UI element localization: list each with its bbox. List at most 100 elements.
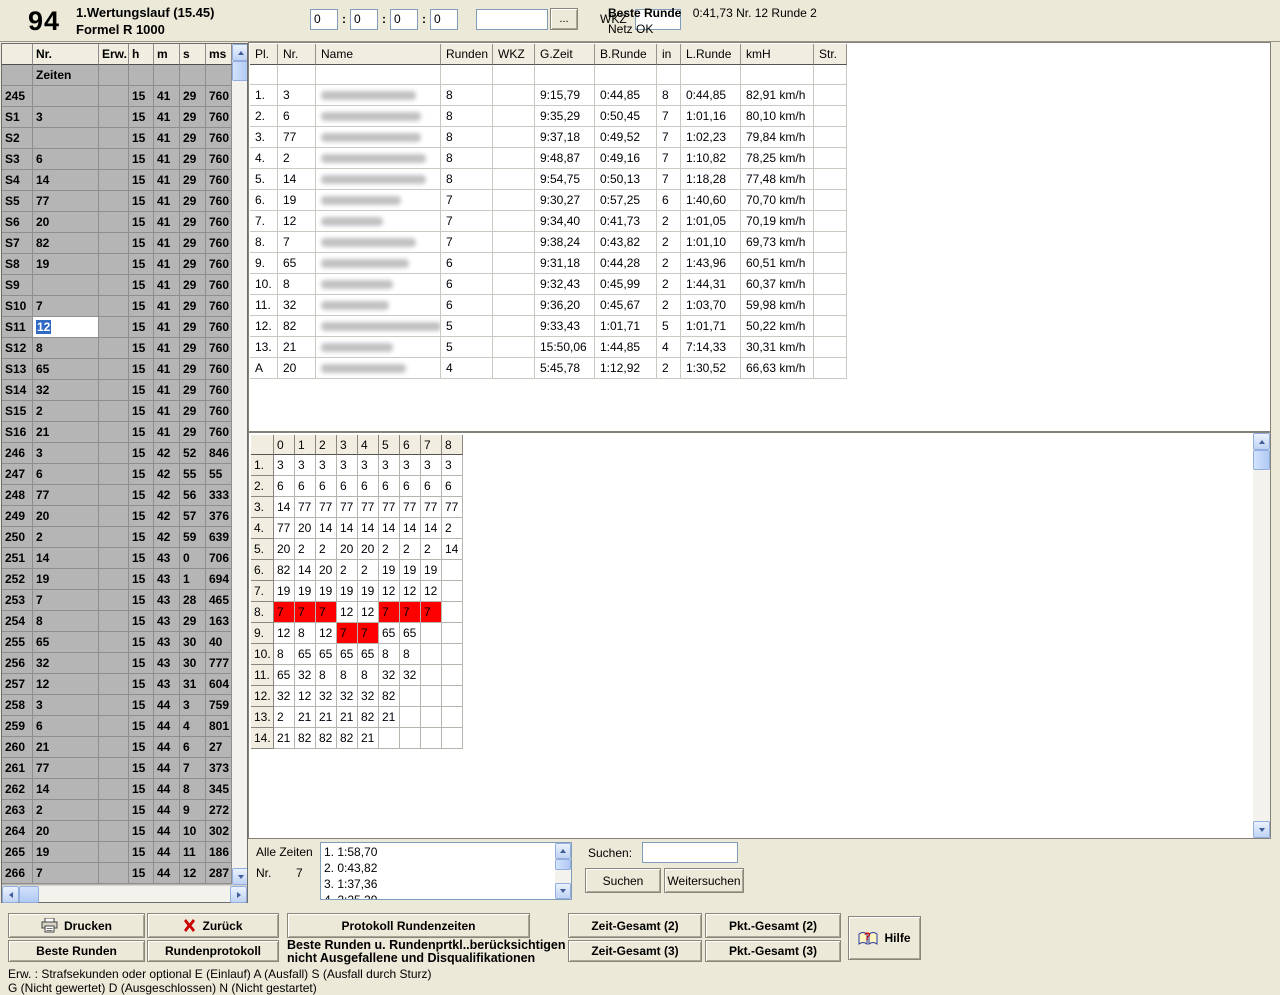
cell[interactable] (99, 527, 129, 548)
cell[interactable]: 760 (206, 359, 232, 380)
time-hours-field[interactable] (310, 9, 338, 30)
cell[interactable]: 31 (180, 674, 206, 695)
cell[interactable]: 44 (154, 695, 180, 716)
row-label[interactable]: S9 (2, 275, 33, 296)
cell[interactable]: 42 (154, 506, 180, 527)
scroll-right-button[interactable] (230, 886, 247, 903)
cell[interactable]: 41 (154, 275, 180, 296)
cell[interactable]: 29 (180, 611, 206, 632)
row-label[interactable]: S4 (2, 170, 33, 191)
pkt-gesamt-2-button[interactable]: Pkt.-Gesamt (2) (705, 913, 841, 938)
cell[interactable]: 15 (129, 170, 154, 191)
cell[interactable]: 43 (154, 674, 180, 695)
row-label[interactable]: S13 (2, 359, 33, 380)
cell[interactable]: 29 (180, 212, 206, 233)
list-item[interactable]: 3. 1:37,36 (324, 876, 555, 892)
cell[interactable]: 30 (180, 632, 206, 653)
cell[interactable]: 10 (180, 821, 206, 842)
scrollbar-track[interactable] (39, 886, 230, 902)
cell[interactable]: 760 (206, 170, 232, 191)
cell[interactable]: 801 (206, 716, 232, 737)
cell[interactable]: 20 (33, 506, 99, 527)
cell[interactable]: 32 (33, 653, 99, 674)
cell[interactable]: 44 (154, 758, 180, 779)
cell[interactable]: 30 (180, 653, 206, 674)
cell[interactable]: 21 (33, 422, 99, 443)
cell[interactable] (99, 863, 129, 884)
cell[interactable]: 345 (206, 779, 232, 800)
scroll-up-button[interactable] (555, 843, 571, 859)
table-row[interactable]: 12.8259:33,431:01,7151:01,7150,22 km/h (250, 316, 847, 337)
row-label[interactable]: 246 (2, 443, 33, 464)
listbox-scrollbar[interactable] (555, 843, 571, 899)
cell[interactable]: 333 (206, 485, 232, 506)
row-label[interactable]: 264 (2, 821, 33, 842)
cell[interactable]: 77 (33, 485, 99, 506)
cell[interactable] (99, 338, 129, 359)
cell[interactable]: 302 (206, 821, 232, 842)
cell[interactable] (99, 737, 129, 758)
row-label[interactable]: S14 (2, 380, 33, 401)
cell[interactable]: 760 (206, 149, 232, 170)
row-label[interactable]: 263 (2, 800, 33, 821)
cell[interactable]: 41 (154, 380, 180, 401)
cell[interactable]: 3 (33, 443, 99, 464)
cell[interactable]: 760 (206, 86, 232, 107)
cell[interactable] (99, 821, 129, 842)
cell[interactable] (99, 149, 129, 170)
cell[interactable]: 42 (154, 485, 180, 506)
cell[interactable]: 12 (33, 674, 99, 695)
cell[interactable]: 694 (206, 569, 232, 590)
cell[interactable]: 41 (154, 128, 180, 149)
cell[interactable]: 57 (180, 506, 206, 527)
cell[interactable]: 760 (206, 317, 232, 338)
cell[interactable]: 41 (154, 254, 180, 275)
cell[interactable]: 8 (33, 611, 99, 632)
cell[interactable]: 760 (206, 401, 232, 422)
cell[interactable]: 760 (206, 275, 232, 296)
row-label[interactable]: 266 (2, 863, 33, 884)
row-label[interactable]: 251 (2, 548, 33, 569)
cell[interactable]: 1 (180, 569, 206, 590)
cell[interactable]: 3 (33, 107, 99, 128)
cell[interactable]: 15 (129, 548, 154, 569)
cell[interactable]: 2 (33, 800, 99, 821)
table-row[interactable]: A2045:45,781:12,9221:30,5266,63 km/h (250, 358, 847, 379)
cell[interactable]: 32 (33, 380, 99, 401)
cell[interactable] (99, 464, 129, 485)
cell[interactable] (33, 275, 99, 296)
row-label[interactable]: S1 (2, 107, 33, 128)
cell[interactable]: 15 (129, 464, 154, 485)
list-item[interactable]: 1. 1:58,70 (324, 844, 555, 860)
cell[interactable]: 15 (129, 212, 154, 233)
weitersuchen-button[interactable]: Weitersuchen (664, 868, 744, 893)
scrollbar-track[interactable] (1253, 470, 1270, 821)
cell[interactable]: 44 (154, 821, 180, 842)
cell[interactable]: 15 (129, 422, 154, 443)
row-label[interactable]: S7 (2, 233, 33, 254)
cell[interactable]: 759 (206, 695, 232, 716)
time-ms-field[interactable] (430, 9, 458, 30)
scrollbar-track[interactable] (232, 81, 247, 868)
cell[interactable] (99, 359, 129, 380)
table-row[interactable]: 11.3269:36,200:45,6721:03,7059,98 km/h (250, 295, 847, 316)
row-label[interactable]: S6 (2, 212, 33, 233)
cell[interactable]: 41 (154, 212, 180, 233)
table-row[interactable]: 8.779:38,240:43,8221:01,1069,73 km/h (250, 232, 847, 253)
table-row[interactable]: 7.1279:34,400:41,7321:01,0570,19 km/h (250, 211, 847, 232)
cell[interactable]: 6 (180, 737, 206, 758)
cell[interactable]: 11 (180, 842, 206, 863)
cell[interactable] (99, 233, 129, 254)
cell[interactable]: 465 (206, 590, 232, 611)
cell[interactable]: 760 (206, 422, 232, 443)
lap-chart-scrollbar[interactable] (1253, 433, 1270, 838)
cell[interactable]: 77 (33, 758, 99, 779)
row-label[interactable]: 261 (2, 758, 33, 779)
cell[interactable]: 4 (180, 716, 206, 737)
list-item[interactable]: 2. 0:43,82 (324, 860, 555, 876)
cell[interactable]: 41 (154, 359, 180, 380)
table-row[interactable]: 5.1489:54,750:50,1371:18,2877,48 km/h (250, 169, 847, 190)
cell[interactable]: 639 (206, 527, 232, 548)
protokoll-rundenzeiten-button[interactable]: Protokoll Rundenzeiten (287, 913, 530, 938)
cell[interactable]: 56 (180, 485, 206, 506)
